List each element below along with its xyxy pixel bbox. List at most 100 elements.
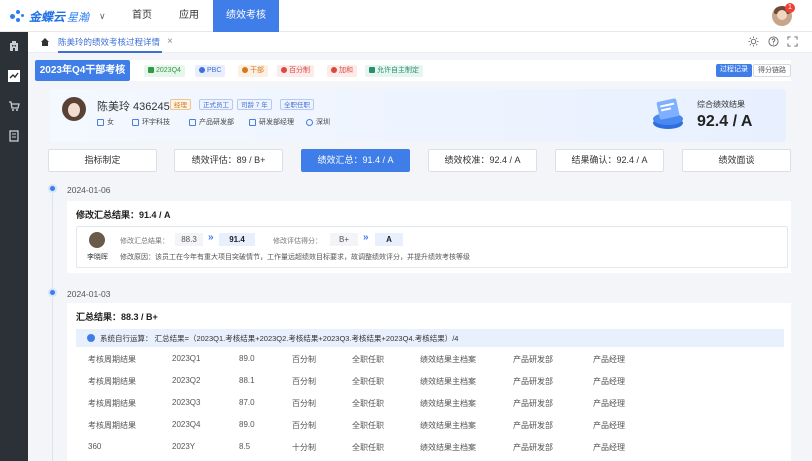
score-result-icon (653, 98, 683, 129)
nav-apps[interactable]: 应用 (171, 0, 207, 32)
tab-performance-detail[interactable]: 陈美玲的绩效考核过程详情 (58, 32, 163, 53)
timeline-date: 2024-01-03 (67, 289, 111, 299)
system-formula-bar: 系统自行运算： 汇总结果=（2023Q1.考核结果+2023Q2.考核结果+20… (76, 329, 784, 347)
table-cell: 绩效结果主档案 (420, 443, 476, 452)
table-row: 360 2023Y 8.5 十分制 全职任职 绩效结果主档案 产品研发部 产品经理 (76, 438, 784, 458)
kingdee-logo[interactable]: 金蝶云 星瀚 ∨ (10, 8, 106, 25)
info-icon (87, 334, 95, 342)
table-cell: 88.1 (239, 376, 255, 385)
scale-icon (281, 66, 287, 73)
timeline-dot (48, 288, 57, 297)
change-record: 李晓晖 修改汇总结果： 88.3 » 91.4 修改评估得分： B+ » A 修… (76, 226, 788, 268)
top-navigation: 金蝶云 星瀚 ∨ 首页 应用 绩效考核 1 (0, 0, 812, 32)
table-row: 考核周期结果 2023Q2 88.1 百分制 全职任职 绩效结果主档案 产品研发部 产品经理 (76, 372, 784, 392)
position-info: 研发部经理 (249, 117, 294, 127)
system-formula: 系统自行运算： 汇总结果=（2023Q1.考核结果+2023Q2.考核结果+20… (100, 334, 459, 343)
brand-sub: 星瀚 (67, 11, 90, 24)
table-cell: 产品经理 (593, 421, 625, 430)
table-cell: 百分制 (292, 399, 316, 408)
performance-icon[interactable] (8, 70, 20, 82)
org-icon (189, 118, 196, 126)
logo-mark-icon (10, 9, 26, 25)
company-icon (132, 118, 139, 126)
tag-tenure: 司龄 7 年 (237, 99, 272, 110)
step-confirmation[interactable]: 结果确认：92.4 / A (555, 149, 664, 172)
brand-name: 金蝶云 (29, 10, 66, 24)
entry-title: 修改汇总结果：91.4 / A (76, 210, 171, 220)
summary-new-value: 91.4 (219, 233, 255, 246)
location-icon (306, 118, 313, 126)
score-chain-button[interactable]: 得分链路 (753, 64, 791, 77)
table-cell: 产品研发部 (513, 421, 553, 430)
tag-fulltime: 全职任职 (280, 99, 314, 110)
table-cell: 绩效结果主档案 (420, 377, 476, 386)
table-cell: 87.0 (239, 398, 255, 407)
close-tab-icon[interactable]: × (167, 36, 173, 47)
table-cell: 2023Q3 (172, 398, 201, 407)
tag-self-defined: 允许自主制定 (365, 65, 423, 77)
table-cell: 考核周期结果 (88, 377, 136, 386)
table-cell: 绩效结果主档案 (420, 355, 476, 364)
fullscreen-icon[interactable] (787, 36, 798, 47)
step-calibration[interactable]: 绩效校准：92.4 / A (428, 149, 537, 172)
help-icon[interactable] (768, 36, 779, 47)
building-icon[interactable] (8, 40, 20, 52)
nav-home[interactable]: 首页 (124, 0, 160, 32)
table-cell: 百分制 (292, 421, 316, 430)
summary-old-value: 88.3 (175, 233, 203, 246)
city-info: 深圳 (306, 117, 330, 127)
page-tabbar: 陈美玲的绩效考核过程详情 × (28, 32, 812, 53)
grid-icon (369, 66, 375, 73)
table-cell: 考核周期结果 (88, 355, 136, 364)
grade-old-value: B+ (330, 233, 358, 246)
tag-cadre: 干部 (238, 65, 268, 77)
step-interview[interactable]: 绩效面谈 (682, 149, 791, 172)
table-cell: 360 (88, 442, 102, 451)
nav-performance[interactable]: 绩效考核 (213, 0, 279, 32)
score-value: 92.4 / A (697, 113, 753, 130)
score-label: 综合绩效结果 (697, 100, 745, 109)
home-icon[interactable] (40, 37, 50, 47)
tag-period: 2023Q4 (144, 65, 185, 77)
cart-icon[interactable] (8, 100, 20, 112)
person-icon (242, 66, 248, 73)
change-arrow-icon: » (208, 232, 214, 243)
department-info: 产品研发部 (189, 117, 234, 127)
table-cell: 全职任职 (352, 443, 384, 452)
grade-change-label: 修改评估得分： (273, 238, 322, 245)
flag-icon (148, 66, 154, 73)
table-cell: 2023Q1 (172, 354, 201, 363)
step-indicator-setting[interactable]: 指标制定 (48, 149, 157, 172)
employee-avatar (62, 97, 86, 121)
table-cell: 产品经理 (593, 443, 625, 452)
app-switch-chevron-icon[interactable]: ∨ (99, 11, 106, 22)
step-evaluation[interactable]: 绩效评估：89 / B+ (174, 149, 283, 172)
timeline-line (52, 298, 53, 461)
theme-sun-icon[interactable] (748, 36, 759, 47)
table-cell: 百分制 (292, 377, 316, 386)
table-row: 考核周期结果 2023Q1 89.0 百分制 全职任职 绩效结果主档案 产品研发部 产品经理 (76, 350, 784, 370)
gender-info: 女 (97, 117, 114, 127)
timeline-dot (48, 184, 57, 193)
tag-sum: 加和 (327, 65, 357, 77)
table-cell: 8.5 (239, 442, 251, 451)
assessment-header: 2023年Q4干部考核 2023Q4 PBC 干部 百分制 加和 允许自主制定 … (35, 60, 791, 81)
briefcase-icon (249, 118, 256, 126)
tag-pbc: PBC (195, 65, 226, 77)
assessment-title: 2023年Q4干部考核 (35, 60, 130, 81)
notification-badge[interactable]: 1 (785, 3, 795, 13)
document-icon[interactable] (8, 130, 20, 142)
table-cell: 89.0 (239, 354, 255, 363)
step-summary[interactable]: 绩效汇总：91.4 / A (301, 149, 410, 172)
process-record-button[interactable]: 过程记录 (716, 64, 752, 77)
left-rail (0, 32, 28, 461)
summary-change-label: 修改汇总结果： (120, 238, 169, 245)
table-cell: 2023Y (172, 442, 196, 451)
plus-icon (331, 66, 337, 73)
table-cell: 89.0 (239, 420, 255, 429)
table-cell: 百分制 (292, 355, 316, 364)
table-cell: 2023Q2 (172, 376, 201, 385)
table-cell: 绩效结果主档案 (420, 399, 476, 408)
table-cell: 全职任职 (352, 377, 384, 386)
table-cell: 产品经理 (593, 399, 625, 408)
